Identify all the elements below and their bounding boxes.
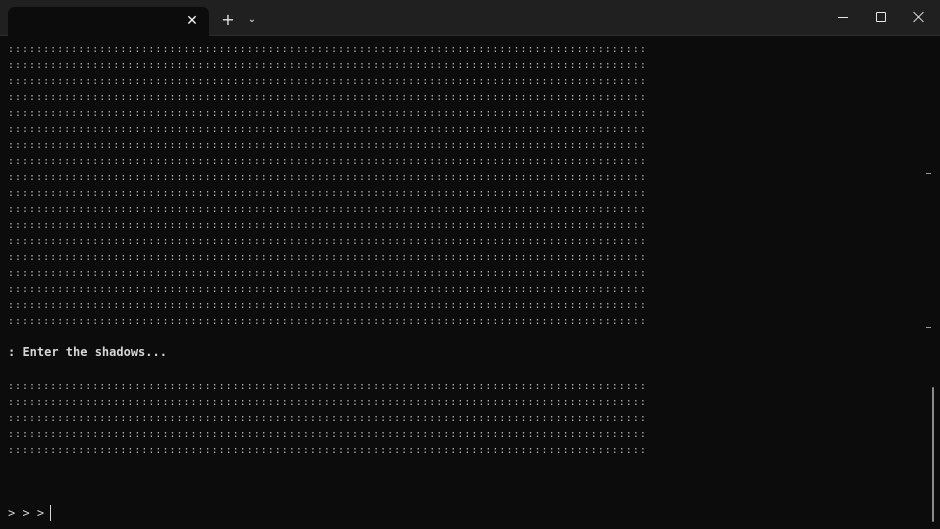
dot-row: ::::::::::::::::::::::::::::::::::::::::… [8,156,647,167]
dot-row: ::::::::::::::::::::::::::::::::::::::::… [8,252,647,263]
dot-row: ::::::::::::::::::::::::::::::::::::::::… [8,236,647,247]
terminal-message: : Enter the shadows... [8,345,167,359]
dot-row: ::::::::::::::::::::::::::::::::::::::::… [8,220,647,231]
dot-row: ::::::::::::::::::::::::::::::::::::::::… [8,429,647,440]
new-tab-button[interactable]: + [218,9,238,31]
terminal-output[interactable]: ::::::::::::::::::::::::::::::::::::::::… [0,36,940,529]
dot-row: ::::::::::::::::::::::::::::::::::::::::… [8,108,647,119]
dot-row: ::::::::::::::::::::::::::::::::::::::::… [8,413,647,424]
dot-row: ::::::::::::::::::::::::::::::::::::::::… [8,316,647,327]
terminal-tab[interactable]: ✕ [8,7,209,36]
dot-row: ::::::::::::::::::::::::::::::::::::::::… [8,300,647,311]
scroll-marker [926,327,931,328]
dot-row: ::::::::::::::::::::::::::::::::::::::::… [8,381,647,392]
dot-pattern-top: ::::::::::::::::::::::::::::::::::::::::… [8,42,918,330]
dot-row: ::::::::::::::::::::::::::::::::::::::::… [8,188,647,199]
command-input[interactable]: > > > [8,505,52,521]
prompt-symbol: > > > [8,506,45,520]
maximize-icon [876,12,886,22]
dot-row: ::::::::::::::::::::::::::::::::::::::::… [8,172,647,183]
chevron-down-icon[interactable]: ⌄ [244,9,260,31]
dot-row: ::::::::::::::::::::::::::::::::::::::::… [8,92,647,103]
minimize-button[interactable] [824,0,862,34]
title-bar: ✕ + ⌄ [0,0,940,36]
scroll-marker [926,173,931,174]
close-window-button[interactable] [900,0,938,34]
dot-row: ::::::::::::::::::::::::::::::::::::::::… [8,268,647,279]
dot-row: ::::::::::::::::::::::::::::::::::::::::… [8,60,647,71]
dot-row: ::::::::::::::::::::::::::::::::::::::::… [8,140,647,151]
dot-row: ::::::::::::::::::::::::::::::::::::::::… [8,124,647,135]
text-cursor [50,505,52,521]
dot-row: ::::::::::::::::::::::::::::::::::::::::… [8,204,647,215]
close-icon [913,11,925,23]
dot-row: ::::::::::::::::::::::::::::::::::::::::… [8,397,647,408]
dot-row: ::::::::::::::::::::::::::::::::::::::::… [8,76,647,87]
dot-row: ::::::::::::::::::::::::::::::::::::::::… [8,284,647,295]
dot-row: ::::::::::::::::::::::::::::::::::::::::… [8,44,647,55]
dot-pattern-bottom: ::::::::::::::::::::::::::::::::::::::::… [8,379,918,459]
tab-close-icon[interactable]: ✕ [183,12,201,30]
maximize-button[interactable] [862,0,900,34]
dot-row: ::::::::::::::::::::::::::::::::::::::::… [8,445,647,456]
scrollbar-thumb[interactable] [932,387,934,522]
minimize-icon [838,16,848,18]
